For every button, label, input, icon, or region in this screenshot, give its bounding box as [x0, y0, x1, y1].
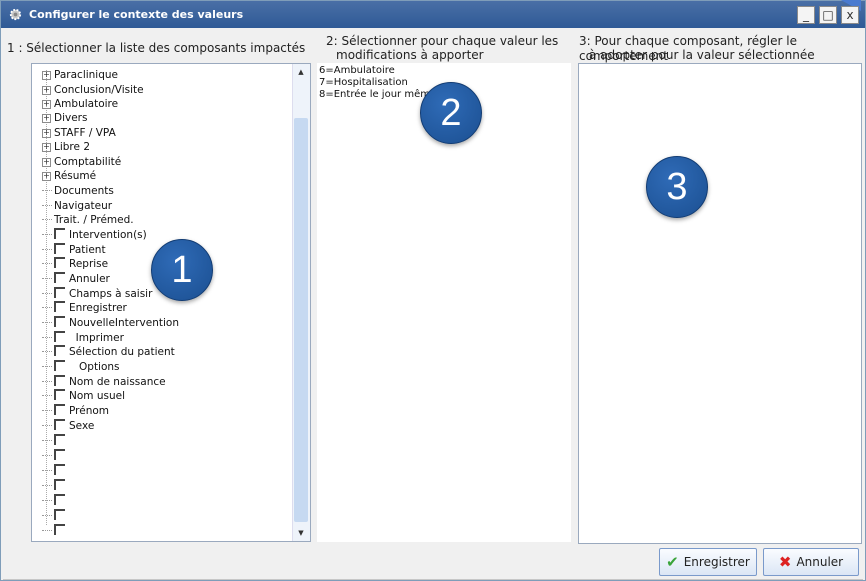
checkbox[interactable] — [54, 272, 65, 283]
tree-checkbox-item[interactable]: Nom de naissance — [42, 375, 166, 389]
tree-checkbox-item[interactable] — [42, 524, 69, 538]
tree-group-item[interactable]: + Divers — [42, 111, 87, 125]
step-3-badge: 3 — [646, 156, 708, 218]
tree-group-item[interactable]: + Comptabilité — [42, 155, 121, 169]
tree-checkbox-item[interactable]: Nom usuel — [42, 389, 125, 403]
checkbox[interactable] — [54, 404, 65, 415]
checkbox[interactable] — [54, 449, 65, 460]
dialog-window: Configurer le contexte des valeurs _ □ x… — [0, 0, 866, 581]
checkbox[interactable] — [54, 228, 65, 239]
col2-header-line1: 2: Sélectionner pour chaque valeur les — [326, 34, 559, 48]
cancel-button[interactable]: ✖ Annuler — [763, 548, 859, 576]
tree-group-item[interactable]: + Résumé — [42, 169, 96, 183]
scroll-down-arrow-icon[interactable]: ▼ — [295, 527, 307, 539]
cross-icon: ✖ — [778, 553, 792, 571]
tree-checkbox-item[interactable]: Imprimer — [42, 331, 124, 345]
checkbox[interactable] — [54, 257, 65, 268]
tree-checkbox-item[interactable] — [42, 509, 69, 523]
tree-checkbox-item[interactable]: Options — [42, 360, 120, 374]
checkbox[interactable] — [54, 389, 65, 400]
tree-group-item[interactable]: + Conclusion/Visite — [42, 83, 144, 97]
checkbox[interactable] — [54, 345, 65, 356]
checkbox[interactable] — [54, 479, 65, 490]
tree-checkbox-item[interactable]: Prénom — [42, 404, 109, 418]
checkbox[interactable] — [54, 287, 65, 298]
col2-header-line2: modifications à apporter — [336, 48, 484, 62]
tree-checkbox-item[interactable] — [42, 434, 69, 448]
checkbox[interactable] — [54, 375, 65, 386]
tree-checkbox-item[interactable]: Enregistrer — [42, 301, 127, 315]
tree-checkbox-item[interactable]: Intervention(s) — [42, 228, 147, 242]
checkbox[interactable] — [54, 301, 65, 312]
tree-checkbox-item[interactable] — [42, 464, 69, 478]
checkbox[interactable] — [54, 419, 65, 430]
step-2-badge: 2 — [420, 82, 482, 144]
minimize-button[interactable]: _ — [797, 6, 815, 24]
tree-group-item[interactable]: + STAFF / VPA — [42, 126, 116, 140]
behavior-panel[interactable] — [578, 63, 862, 544]
checkbox[interactable] — [54, 243, 65, 254]
tree-checkbox-item[interactable]: Sexe — [42, 419, 94, 433]
tree-leaf-item[interactable]: Documents — [42, 184, 114, 198]
check-icon: ✔ — [666, 553, 679, 571]
checkbox[interactable] — [54, 509, 65, 520]
tree-leaf-item[interactable]: Navigateur — [42, 199, 112, 213]
tree-scrollbar[interactable]: ▲ ▼ — [292, 64, 310, 541]
tree-checkbox-item[interactable] — [42, 479, 69, 493]
tree-checkbox-item[interactable]: NouvelleIntervention — [42, 316, 179, 330]
maximize-button[interactable]: □ — [819, 6, 837, 24]
tree-checkbox-item[interactable]: Champs à saisir — [42, 287, 152, 301]
tree-checkbox-item[interactable]: Reprise — [42, 257, 108, 271]
list-item[interactable]: 7=Hospitalisation — [319, 77, 408, 89]
tree-group-item[interactable]: + Paraclinique — [42, 68, 118, 82]
tree-checkbox-item[interactable]: Annuler — [42, 272, 110, 286]
tree-checkbox-item[interactable]: Patient — [42, 243, 106, 257]
checkbox[interactable] — [54, 464, 65, 475]
status-divider — [3, 579, 863, 580]
tree-group-item[interactable]: + Libre 2 — [42, 140, 90, 154]
tree-group-item[interactable]: + Ambulatoire — [42, 97, 118, 111]
step-1-badge: 1 — [151, 239, 213, 301]
checkbox[interactable] — [54, 494, 65, 505]
components-tree[interactable]: + Paraclinique + Conclusion/Visite + Ambula… — [31, 63, 311, 542]
checkbox[interactable] — [54, 524, 65, 535]
checkbox[interactable] — [54, 316, 65, 327]
scroll-up-arrow-icon[interactable]: ▲ — [295, 66, 307, 78]
col3-header-line2: à adopter pour la valeur sélectionnée — [589, 48, 815, 62]
close-button[interactable]: x — [841, 6, 859, 24]
list-item[interactable]: 8=Entrée le jour même — [319, 89, 436, 101]
list-item[interactable]: 6=Ambulatoire — [319, 65, 395, 77]
checkbox[interactable] — [54, 331, 65, 342]
gear-icon — [9, 8, 22, 21]
scroll-thumb[interactable] — [294, 118, 308, 522]
tree-checkbox-item[interactable] — [42, 449, 69, 463]
save-button-label: Enregistrer — [683, 555, 750, 569]
window-title: Configurer le contexte des valeurs — [29, 8, 244, 21]
checkbox[interactable] — [54, 360, 65, 371]
tree-checkbox-item[interactable]: Sélection du patient — [42, 345, 175, 359]
tree-checkbox-item[interactable] — [42, 494, 69, 508]
cancel-button-label: Annuler — [796, 555, 844, 569]
tree-leaf-item[interactable]: Trait. / Prémed. — [42, 213, 134, 227]
title-bar[interactable]: Configurer le contexte des valeurs _ □ x — [1, 0, 865, 28]
checkbox[interactable] — [54, 434, 65, 445]
save-button[interactable]: ✔ Enregistrer — [659, 548, 757, 576]
col1-header: 1 : Sélectionner la liste des composants… — [7, 41, 306, 55]
